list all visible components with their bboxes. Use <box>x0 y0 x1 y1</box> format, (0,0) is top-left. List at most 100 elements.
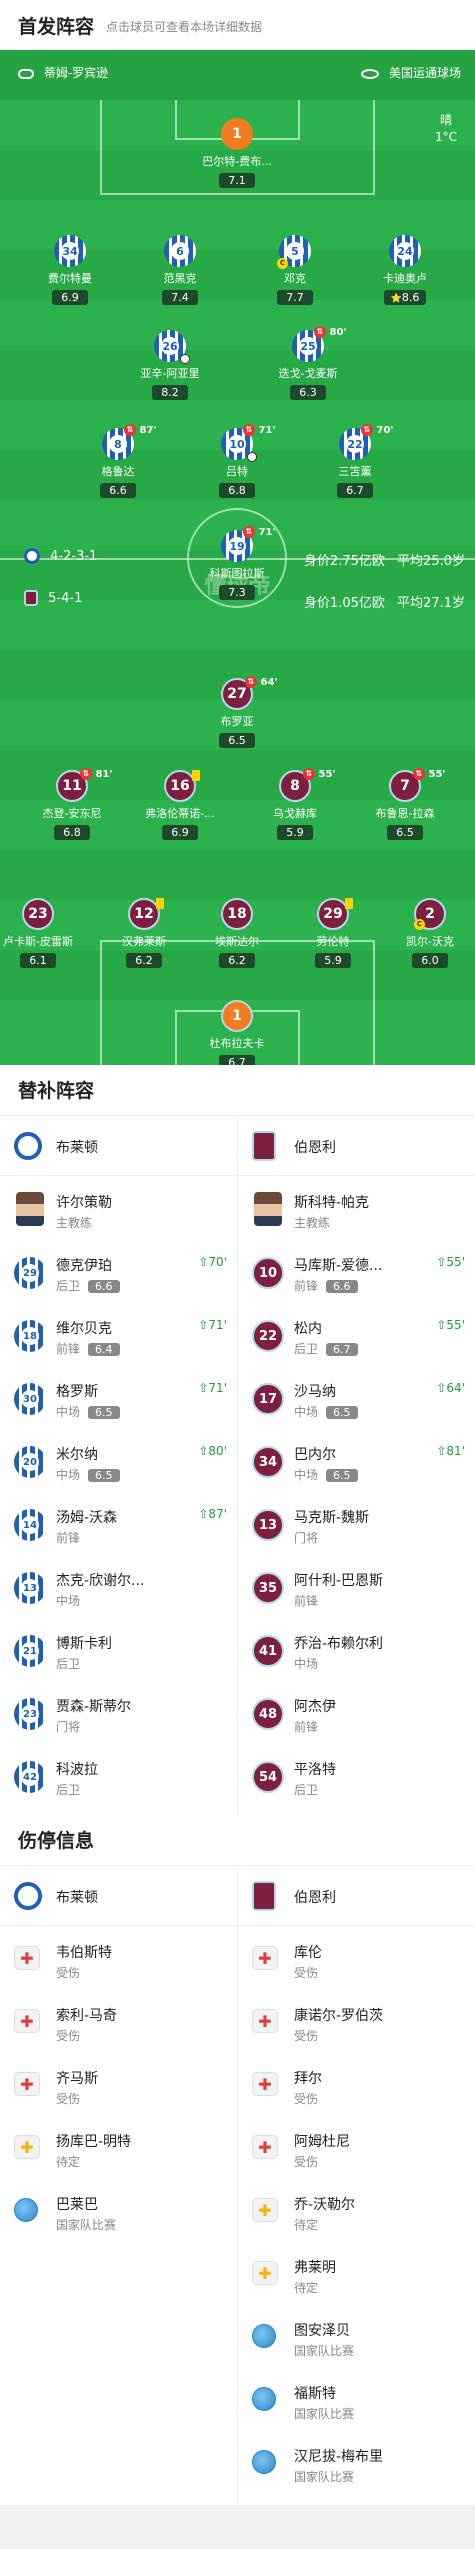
inj-home-team[interactable]: 布莱顿 <box>0 1867 237 1925</box>
sub-player-row[interactable]: 许尔策勒 主教练 <box>0 1178 237 1241</box>
sub-position: 主教练 <box>56 1214 92 1231</box>
inj-away-team[interactable]: 伯恩利 <box>238 1867 475 1925</box>
sub-position: 后卫 6.7 <box>294 1340 358 1357</box>
position-text: 前锋 <box>294 1720 319 1734</box>
injury-row[interactable]: ✚ 乔-沃勒尔 待定 <box>238 2180 475 2243</box>
home-player[interactable]: 19 ⇅ 71' 科斯图拉斯 7.3 <box>172 526 302 600</box>
shirt-number: 25 <box>299 337 317 355</box>
injury-row[interactable]: ✚ 弗莱明 待定 <box>238 2243 475 2306</box>
subs-away-team[interactable]: 伯恩利 <box>238 1117 475 1175</box>
injury-row[interactable]: 福斯特 国家队比赛 <box>238 2369 475 2432</box>
shirt-number: 21 <box>21 1642 39 1660</box>
brighton-badge-icon <box>14 1132 42 1160</box>
sub-player-row[interactable]: 35 阿什利-巴恩斯 前锋 <box>238 1556 475 1619</box>
sub-player-row[interactable]: 48 阿杰伊 前锋 <box>238 1682 475 1745</box>
position-text: 后卫 <box>56 1657 81 1671</box>
away-player[interactable]: 16 弗洛伦蒂诺-... 6.9 <box>115 770 245 840</box>
footer-bar <box>0 2505 475 2549</box>
home-player[interactable]: 8 ⇅ 87' 格鲁达 6.6 <box>53 424 183 498</box>
sub-minute: 71' <box>258 527 276 538</box>
injury-row[interactable]: 图安泽贝 国家队比赛 <box>238 2306 475 2369</box>
player-name: 弗洛伦蒂诺-... <box>145 807 215 820</box>
shirt-icon: 34 <box>54 235 86 267</box>
sub-player-row[interactable]: 42 科波拉 后卫 <box>0 1745 237 1808</box>
injury-status: 受伤 <box>294 2092 319 2106</box>
sub-player-row[interactable]: 21 博斯卡利 后卫 <box>0 1619 237 1682</box>
shirt-number: 42 <box>21 1768 39 1786</box>
injury-row[interactable]: 汉尼拔-梅布里 国家队比赛 <box>238 2432 475 2495</box>
sub-player-row[interactable]: 30 格罗斯 中场 6.5 ⇧71' <box>0 1367 237 1430</box>
home-player[interactable]: 24 卡迪奥卢 ⭐8.6 <box>340 235 470 305</box>
sub-rating: 6.5 <box>326 1469 358 1482</box>
sub-player-row[interactable]: 22 松内 后卫 6.7 ⇧55' <box>238 1304 475 1367</box>
home-player[interactable]: 26 亚辛-阿亚里 8.2 <box>105 330 235 400</box>
home-player[interactable]: 1 巴尔特-费布... 7.1 <box>172 118 302 188</box>
sub-rating: 6.5 <box>88 1406 120 1419</box>
sub-arrow-icon: ⇅ <box>245 676 257 688</box>
sub-player-row[interactable]: 17 沙马纳 中场 6.5 ⇧64' <box>238 1367 475 1430</box>
medical-kit-icon: ✚ <box>252 2261 278 2285</box>
sub-player-row[interactable]: 13 马克斯-魏斯 门将 <box>238 1493 475 1556</box>
injury-row[interactable]: ✚ 扬库巴-明特 待定 <box>0 2117 237 2180</box>
injury-row[interactable]: ✚ 康诺尔-罗伯茨 受伤 <box>238 1991 475 2054</box>
star-icon: ⭐ <box>390 294 402 304</box>
injury-status: 受伤 <box>294 1966 319 1980</box>
shirt-icon: 23 <box>14 1698 46 1730</box>
sub-player-row[interactable]: 34 巴内尔 中场 6.5 ⇧81' <box>238 1430 475 1493</box>
position-text: 中场 <box>294 1657 319 1671</box>
injury-row[interactable]: ✚ 库伦 受伤 <box>238 1928 475 1991</box>
shirt-icon: 10 ⇅ 71' <box>221 424 275 462</box>
position-text: 前锋 <box>294 1279 319 1293</box>
injury-row[interactable]: ✚ 阿姆杜尼 受伤 <box>238 2117 475 2180</box>
injury-row[interactable]: ✚ 拜尔 受伤 <box>238 2054 475 2117</box>
position-text: 中场 <box>56 1405 81 1419</box>
injury-row[interactable]: ✚ 韦伯斯特 受伤 <box>0 1928 237 1991</box>
home-player[interactable]: 6 范黑克 7.4 <box>115 235 245 305</box>
injured-player-name: 库伦 <box>294 1945 322 1961</box>
sub-in-time: ⇧87' <box>198 1507 227 1521</box>
subs-home-team[interactable]: 布莱顿 <box>0 1117 237 1175</box>
sub-player-row[interactable]: 54 平洛特 后卫 <box>238 1745 475 1808</box>
home-player[interactable]: 22 ⇅ 70' 三笘薰 6.7 <box>290 424 420 498</box>
sub-player-row[interactable]: 14 汤姆-沃森 前锋 ⇧87' <box>0 1493 237 1556</box>
rating-value: 6.9 <box>61 291 79 304</box>
sub-in-minute: 81' <box>446 1444 465 1458</box>
sub-player-row[interactable]: 23 贾森-斯蒂尔 门将 <box>0 1682 237 1745</box>
shirt-icon: 48 <box>252 1698 284 1730</box>
injury-row[interactable]: ✚ 齐马斯 受伤 <box>0 2054 237 2117</box>
injured-player-name: 康诺尔-罗伯茨 <box>294 2008 384 2024</box>
sub-name: 维尔贝克 <box>56 1321 112 1337</box>
sub-name: 马克斯-魏斯 <box>294 1510 370 1526</box>
shirt-number: 20 <box>21 1453 39 1471</box>
away-player[interactable]: 1 杜布拉夫卡 6.7 <box>172 1000 302 1065</box>
sub-position: 中场 <box>56 1592 80 1609</box>
sub-player-row[interactable]: 10 马库斯-爱德... 前锋 6.6 ⇧55' <box>238 1241 475 1304</box>
medical-kit-icon: ✚ <box>14 2009 40 2033</box>
sub-player-row[interactable]: 13 杰克-欣谢尔... 中场 <box>0 1556 237 1619</box>
sub-minute: 81' <box>95 769 113 780</box>
shirt-icon: 7 ⇅ 55' <box>389 768 445 802</box>
player-rating: 6.0 <box>412 953 448 968</box>
injury-row[interactable]: ✚ 索利-马奇 受伤 <box>0 1991 237 2054</box>
shirt-icon: 54 <box>252 1761 284 1793</box>
shirt-number: 23 <box>21 1705 39 1723</box>
shirt-icon: 1 <box>221 118 253 150</box>
team-name: 布莱顿 <box>56 1140 98 1156</box>
home-player[interactable]: 10 ⇅ 71' 吕特 6.8 <box>172 424 302 498</box>
away-player[interactable]: 2 C 凯尔-沃克 6.0 <box>365 898 475 968</box>
sub-player-row[interactable]: 斯科特-帕克 主教练 <box>238 1178 475 1241</box>
sub-position: 后卫 <box>294 1781 318 1798</box>
player-rating: ⭐8.6 <box>383 290 427 305</box>
sub-player-row[interactable]: 20 米尔纳 中场 6.5 ⇧80' <box>0 1430 237 1493</box>
home-player[interactable]: 25 ⇅ 80' 迭戈-戈麦斯 6.3 <box>243 326 373 400</box>
sub-player-row[interactable]: 29 德克伊珀 后卫 6.6 ⇧70' <box>0 1241 237 1304</box>
sub-player-row[interactable]: 41 乔治-布赖尔利 中场 <box>238 1619 475 1682</box>
player-rating: 7.1 <box>219 173 255 188</box>
away-player[interactable]: 27 ⇅ 64' 布罗亚 6.5 <box>172 676 302 748</box>
away-player[interactable]: 7 ⇅ 55' 布鲁恩-拉森 6.5 <box>340 768 470 840</box>
injury-row[interactable]: 巴莱巴 国家队比赛 <box>0 2180 237 2243</box>
sub-player-row[interactable]: 18 维尔贝克 前锋 6.4 ⇧71' <box>0 1304 237 1367</box>
sub-name: 巴内尔 <box>294 1447 336 1463</box>
shirt-number: 30 <box>21 1390 39 1408</box>
brighton-badge-icon <box>14 1882 42 1910</box>
